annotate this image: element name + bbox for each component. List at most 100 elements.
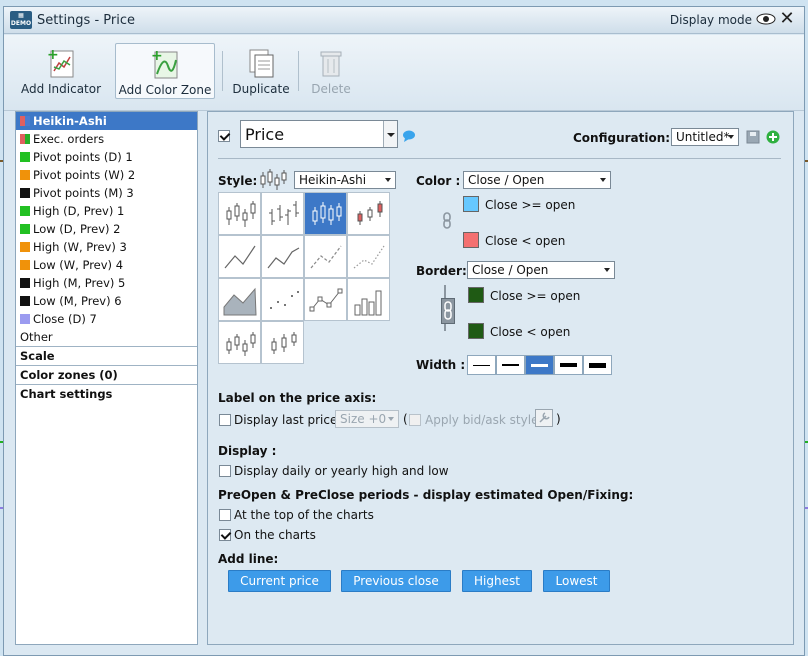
section-color-zones[interactable]: Color zones (0): [16, 365, 197, 384]
add-indicator-label: Add Indicator: [20, 82, 102, 96]
display-heading: Display :: [218, 444, 277, 458]
add-indicator-button[interactable]: + Add Indicator: [16, 43, 106, 99]
style-candlestick-alt[interactable]: [218, 321, 261, 364]
name-field[interactable]: Price: [240, 120, 398, 148]
display-last-price-label: Display last price: [234, 413, 338, 427]
width-option-1[interactable]: [467, 355, 496, 375]
color-down-swatch[interactable]: [463, 232, 479, 248]
eye-icon[interactable]: [756, 11, 776, 27]
width-option-4[interactable]: [554, 355, 583, 375]
section-chart-settings[interactable]: Chart settings: [16, 384, 197, 403]
list-item[interactable]: High (W, Prev) 3: [16, 238, 197, 256]
list-item[interactable]: High (D, Prev) 1: [16, 202, 197, 220]
configuration-value: Untitled*: [676, 130, 730, 144]
list-item[interactable]: High (M, Prev) 5: [16, 274, 197, 292]
width-option-3[interactable]: [525, 355, 554, 375]
delete-button[interactable]: Delete: [304, 43, 358, 99]
style-line-step[interactable]: [261, 235, 304, 278]
on-charts-label: On the charts: [234, 528, 316, 542]
color-swatch: [20, 314, 30, 324]
width-option-2[interactable]: [496, 355, 525, 375]
border-down-label: Close < open: [490, 325, 571, 339]
style-ohlc-bars[interactable]: [261, 192, 304, 235]
border-down-swatch[interactable]: [468, 323, 484, 339]
visible-checkbox[interactable]: [218, 130, 230, 142]
list-item[interactable]: Pivot points (D) 1: [16, 148, 197, 166]
list-item[interactable]: Close (D) 7: [16, 310, 197, 328]
style-candlestick-small[interactable]: [261, 321, 304, 364]
color-up-label: Close >= open: [485, 198, 576, 212]
border-mode-select[interactable]: Close / Open: [467, 261, 615, 279]
style-select[interactable]: Heikin-Ashi: [294, 171, 396, 189]
close-icon[interactable]: ✕: [779, 10, 795, 28]
style-dots[interactable]: [261, 278, 304, 321]
style-line-markers[interactable]: [304, 278, 347, 321]
style-line-dashed[interactable]: [304, 235, 347, 278]
at-top-checkbox[interactable]: [219, 509, 231, 521]
chat-bubble-icon[interactable]: [402, 130, 416, 145]
style-line[interactable]: [218, 235, 261, 278]
size-select[interactable]: Size +0: [335, 410, 399, 428]
list-item[interactable]: Low (M, Prev) 6: [16, 292, 197, 310]
list-item-label: Pivot points (D) 1: [33, 150, 133, 164]
color-swatch: [20, 152, 30, 162]
list-item-label: Low (D, Prev) 2: [33, 222, 121, 236]
style-line-dotted[interactable]: [347, 235, 390, 278]
list-item[interactable]: Low (D, Prev) 2: [16, 220, 197, 238]
style-histogram[interactable]: [347, 278, 390, 321]
display-mode-label: Display mode: [669, 13, 752, 27]
list-item-label: Pivot points (M) 3: [33, 186, 134, 200]
border-mode-value: Close / Open: [472, 263, 549, 277]
wrench-icon[interactable]: [535, 409, 553, 427]
lowest-button[interactable]: Lowest: [543, 570, 610, 592]
color-mode-value: Close / Open: [468, 173, 545, 187]
color-down-label: Close < open: [485, 234, 566, 248]
apply-bid-ask-checkbox[interactable]: [409, 414, 421, 426]
list-item[interactable]: Pivot points (W) 2: [16, 166, 197, 184]
list-item-other[interactable]: Other: [16, 328, 197, 346]
chevron-down-icon: [604, 268, 610, 272]
list-item[interactable]: Low (W, Prev) 4: [16, 256, 197, 274]
save-icon[interactable]: [746, 130, 760, 147]
style-area[interactable]: [218, 278, 261, 321]
add-color-zone-button[interactable]: + Add Color Zone: [115, 43, 215, 99]
link-icon[interactable]: [442, 212, 452, 233]
width-selector: [467, 355, 613, 375]
border-up-swatch[interactable]: [468, 287, 484, 303]
width-option-5[interactable]: [583, 355, 612, 375]
style-candlestick-hollow[interactable]: [218, 192, 261, 235]
color-up-swatch[interactable]: [463, 196, 479, 212]
list-item[interactable]: Heikin-Ashi: [16, 112, 197, 130]
duplicate-label: Duplicate: [232, 82, 290, 96]
title-bar[interactable]: ▦ DEMO Settings - Price Display mode ✕: [4, 7, 804, 34]
display-daily-checkbox[interactable]: [219, 465, 231, 477]
list-item[interactable]: Exec. orders: [16, 130, 197, 148]
add-config-icon[interactable]: [766, 130, 780, 147]
previous-close-button[interactable]: Previous close: [341, 570, 451, 592]
color-swatch: [20, 206, 30, 216]
list-item-label: Low (M, Prev) 6: [33, 294, 122, 308]
display-last-price-checkbox[interactable]: [219, 414, 231, 426]
apply-bid-ask-label: Apply bid/ask style: [425, 413, 539, 427]
highest-button[interactable]: Highest: [462, 570, 532, 592]
current-price-button[interactable]: Current price: [228, 570, 331, 592]
window-title: Settings - Price: [37, 13, 135, 28]
list-item-label: High (D, Prev) 1: [33, 204, 125, 218]
indicator-list: Heikin-Ashi Exec. orders Pivot points (D…: [15, 111, 198, 645]
configuration-select[interactable]: Untitled*: [671, 128, 739, 146]
duplicate-button[interactable]: Duplicate: [228, 43, 294, 99]
color-swatch: [20, 188, 30, 198]
on-charts-checkbox[interactable]: [219, 529, 231, 541]
list-item-label: Pivot points (W) 2: [33, 168, 136, 182]
color-swatch: [20, 242, 30, 252]
chevron-down-icon: [385, 178, 391, 182]
link-icon[interactable]: [441, 298, 455, 324]
color-mode-select[interactable]: Close / Open: [463, 171, 611, 189]
section-scale[interactable]: Scale: [16, 346, 197, 365]
chevron-down-icon[interactable]: [383, 121, 397, 147]
style-heikin-ashi[interactable]: [304, 192, 347, 235]
chevron-down-icon: [600, 178, 606, 182]
style-colored-candles[interactable]: [347, 192, 390, 235]
list-item[interactable]: Pivot points (M) 3: [16, 184, 197, 202]
toolbar-separator: [222, 51, 223, 91]
